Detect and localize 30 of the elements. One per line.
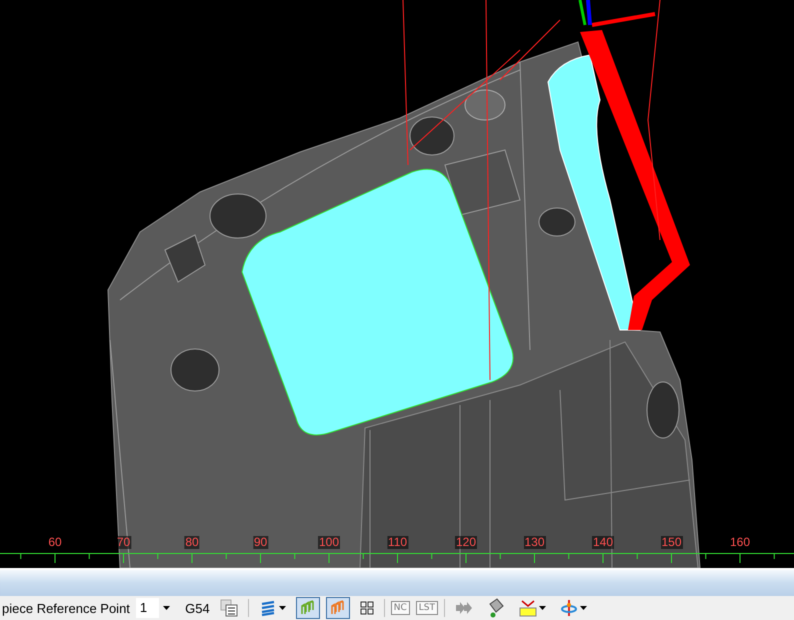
- ruler-label: 60: [47, 536, 63, 549]
- caret-icon: [580, 606, 587, 610]
- toolpath-toggle[interactable]: [326, 597, 350, 619]
- ruler-label: 110: [386, 536, 408, 549]
- toolpath-icon: [300, 600, 316, 616]
- toolpath-toggle[interactable]: [296, 597, 320, 619]
- reference-point-label: piece Reference Point: [2, 600, 130, 616]
- offset-label: G54: [185, 600, 210, 616]
- grid-icon: [360, 601, 374, 615]
- ruler-label: 120: [454, 536, 478, 549]
- toolpath-icon: [330, 600, 346, 616]
- list-icon: [220, 599, 238, 617]
- caret-icon: [539, 606, 546, 610]
- ruler-label: 150: [660, 536, 683, 549]
- caret-icon: [278, 606, 286, 610]
- list-file-button[interactable]: LST: [416, 601, 438, 615]
- caret-icon: [162, 606, 170, 610]
- axis-triad-icon: [578, 0, 656, 27]
- stock-icon: [519, 599, 537, 617]
- ruler-label: 80: [184, 536, 200, 549]
- nc-button[interactable]: NC: [390, 601, 410, 615]
- ruler-label: 100: [318, 536, 340, 549]
- double-arrow-icon: [455, 602, 473, 614]
- ruler-label: 140: [592, 536, 614, 549]
- ruler-label: 90: [252, 536, 268, 549]
- reference-point-field[interactable]: 1: [136, 598, 160, 618]
- ruler-label: 130: [523, 536, 546, 549]
- ruler-label: 70: [116, 536, 132, 549]
- axis-icon: [560, 599, 578, 617]
- ruler-label: 160: [728, 536, 752, 549]
